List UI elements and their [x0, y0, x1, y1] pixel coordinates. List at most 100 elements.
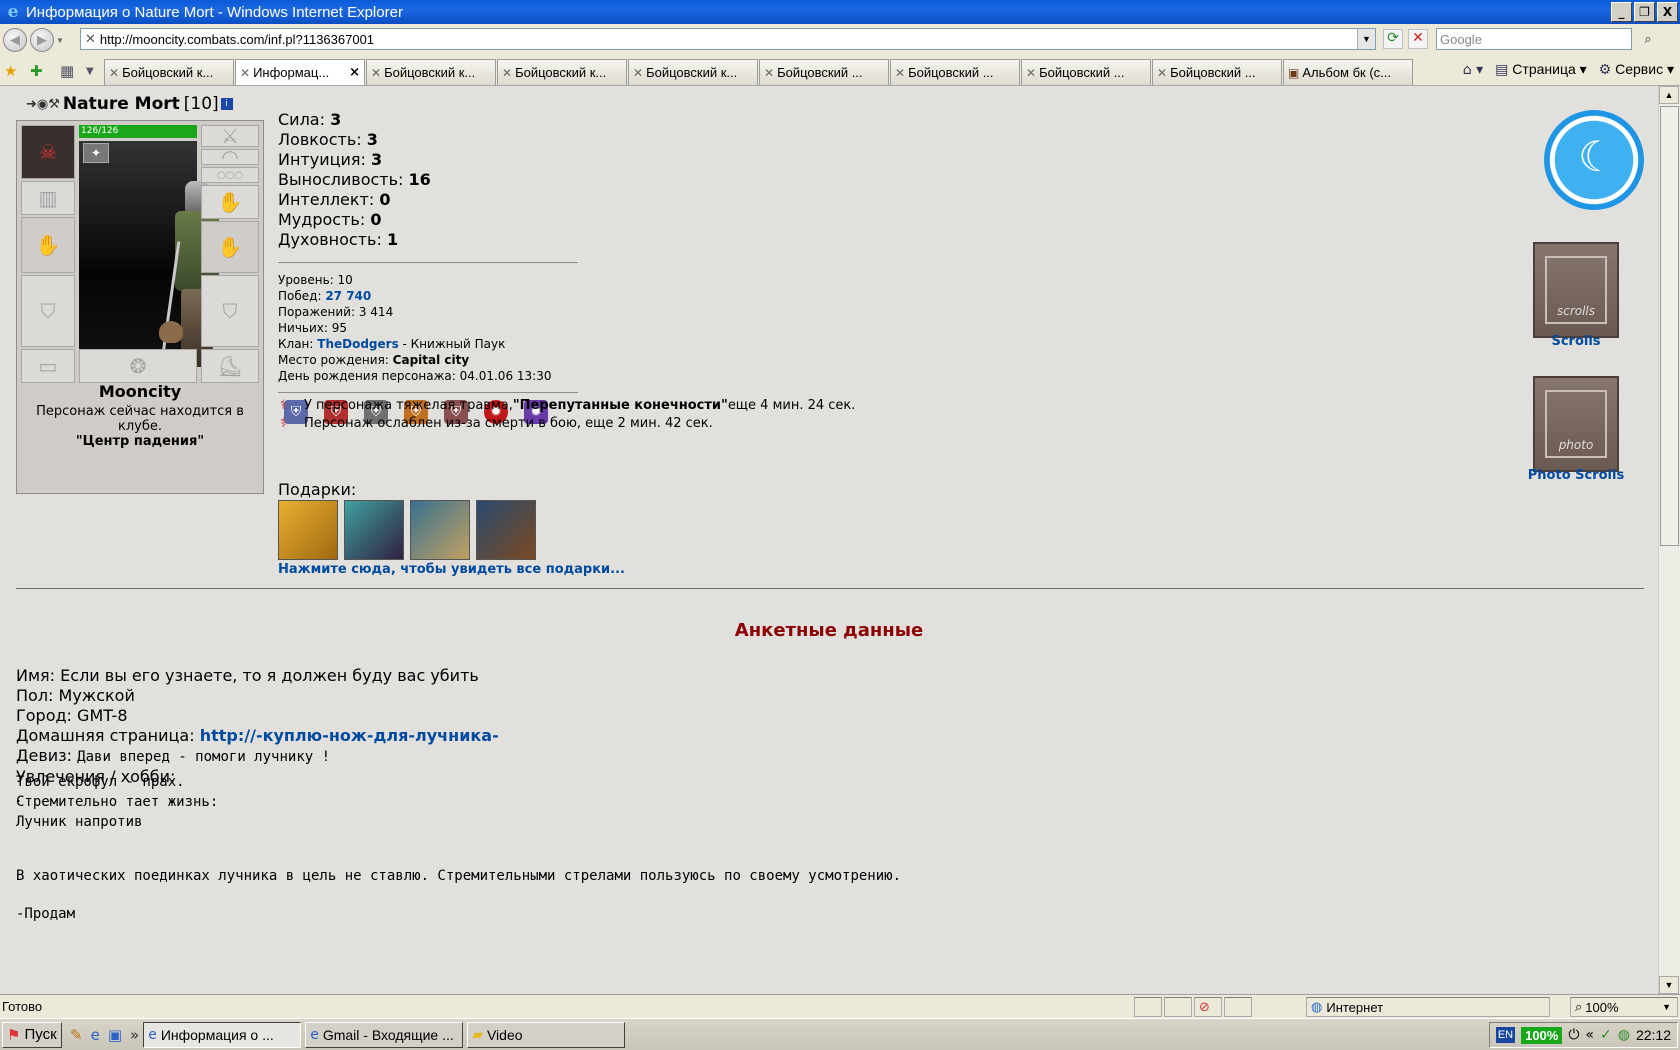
zoom-control[interactable]: ⌕ 100% ▼	[1570, 997, 1678, 1017]
stop-button[interactable]: ✕	[1408, 29, 1428, 49]
scroll-up-icon[interactable]: ▲	[1659, 86, 1679, 104]
info-icon[interactable]: i	[220, 98, 233, 110]
clan-link[interactable]: TheDodgers	[317, 337, 398, 351]
status-cell	[1224, 997, 1252, 1017]
character-header: ➜◉⚒ Nature Mort [10] i	[26, 94, 233, 114]
rings-slot-icon[interactable]: ○○○	[201, 167, 259, 183]
trauma-icon: ⚕	[280, 398, 288, 413]
tab-3[interactable]: ✕ Бойцовский к...	[497, 59, 627, 85]
wins-link[interactable]: 27 740	[325, 289, 371, 303]
gift-book-icon[interactable]	[278, 500, 338, 560]
tab-close-icon[interactable]: ×	[349, 65, 360, 80]
tab-7[interactable]: ✕ Бойцовский ...	[1021, 59, 1151, 85]
tab-2[interactable]: ✕ Бойцовский к...	[366, 59, 496, 85]
stat-row: Ловкость: 3	[278, 130, 378, 149]
gift-chest-icon[interactable]	[476, 500, 536, 560]
search-placeholder: Google	[1440, 31, 1482, 47]
gifts-label: Подарки:	[278, 480, 357, 499]
divider	[278, 392, 578, 393]
home-icon[interactable]: ⌂ ▾	[1463, 62, 1483, 78]
globe-icon: ◍	[1311, 999, 1323, 1015]
earrings-slot-icon[interactable]: ⚔	[201, 124, 259, 148]
left-claw-weapon-icon[interactable]: ✋	[21, 217, 75, 273]
tray-app-icon[interactable]: ✓	[1600, 1027, 1612, 1043]
effect-slot-icon[interactable]: ✦	[83, 143, 109, 163]
scroll-down-icon[interactable]: ▼	[1659, 976, 1679, 994]
tab-site-icon: ✕	[1157, 65, 1168, 80]
security-zone[interactable]: ◍ Интернет	[1306, 997, 1550, 1017]
tab-5[interactable]: ✕ Бойцовский ...	[759, 59, 889, 85]
address-dropdown-icon[interactable]: ▼	[1357, 29, 1375, 49]
quick-tabs-icon[interactable]: ▦	[60, 62, 74, 80]
tab-4[interactable]: ✕ Бойцовский к...	[628, 59, 758, 85]
armor-slot-icon[interactable]: ⛉	[21, 275, 75, 347]
quicklaunch-more-icon[interactable]: »	[130, 1026, 139, 1044]
window-controls: _ ❐ X	[1611, 2, 1678, 22]
gloves-slot-icon[interactable]: ✋	[201, 185, 259, 219]
address-input[interactable]: ✕ http://mooncity.combats.com/inf.pl?113…	[80, 28, 1376, 50]
quick-launch: ✎ e ▣ »	[70, 1026, 139, 1044]
minimize-button[interactable]: _	[1611, 2, 1632, 22]
task-video-folder[interactable]: ▰ Video	[467, 1021, 626, 1048]
amulet-slot-icon[interactable]: ◠	[201, 145, 259, 169]
power-plug-icon[interactable]: ⏻	[1568, 1027, 1579, 1043]
gift-amulet-icon[interactable]	[410, 500, 470, 560]
character-name: Nature Mort	[62, 94, 180, 114]
stat-row: Духовность: 1	[278, 230, 399, 249]
gift-tome-icon[interactable]	[344, 500, 404, 560]
close-window-button[interactable]: X	[1657, 2, 1678, 22]
right-claw-weapon-icon[interactable]: ✋	[201, 221, 259, 273]
photo-scrolls-banner-icon[interactable]: photo	[1533, 376, 1619, 472]
stat-row: Интеллект: 0	[278, 190, 391, 209]
history-dropdown[interactable]: ▼	[56, 36, 68, 45]
favorites-star-icon[interactable]: ★	[4, 62, 17, 80]
language-indicator[interactable]: EN	[1495, 1027, 1516, 1043]
tab-1[interactable]: ✕ Информац... ×	[235, 59, 365, 85]
vertical-scrollbar[interactable]: ▲ ▼	[1658, 86, 1680, 994]
tab-bar: ★ ✚ ▦ ▼ ✕ Бойцовский к... ✕ Информац... × ✕…	[0, 56, 1680, 86]
all-gifts-link[interactable]: Нажмите сюда, чтобы увидеть все подарки.…	[278, 562, 625, 577]
scrolls-banner-icon[interactable]: scrolls	[1533, 242, 1619, 338]
tools-menu[interactable]: ⚙ Сервис ▾	[1599, 61, 1674, 78]
tray-expand-icon[interactable]: «	[1585, 1027, 1594, 1043]
shoes-slot-icon[interactable]: ⛸	[201, 349, 259, 383]
tab-8[interactable]: ✕ Бойцовский ...	[1152, 59, 1282, 85]
belt-slot-icon[interactable]: ▭	[21, 349, 75, 383]
bracers-slot-icon[interactable]: ▥	[21, 181, 75, 215]
search-input[interactable]: Google	[1436, 28, 1632, 50]
address-url: http://mooncity.combats.com/inf.pl?11363…	[99, 31, 375, 47]
search-icon[interactable]: ⌕	[1636, 29, 1660, 49]
restore-button[interactable]: ❐	[1634, 2, 1655, 22]
battery-indicator[interactable]: 100%	[1521, 1026, 1563, 1044]
scroll-thumb[interactable]	[1660, 106, 1679, 546]
tab-0[interactable]: ✕ Бойцовский к...	[104, 59, 234, 85]
mooncity-logo-icon[interactable]: ☾	[1544, 110, 1644, 210]
scrolls-fist-icon: scrolls	[1545, 256, 1607, 324]
quicklaunch-app-icon[interactable]: ✎	[70, 1026, 83, 1044]
homepage-link[interactable]: http://-куплю-нож-для-лучника-	[200, 726, 499, 745]
tray-network-icon[interactable]: ◍	[1618, 1027, 1630, 1043]
back-button[interactable]: ◀	[3, 28, 27, 52]
task-gmail[interactable]: e Gmail - Входящие ...	[305, 1021, 464, 1048]
hobby-prose: В хаотических поединках лучника в цель н…	[16, 868, 902, 884]
add-favorite-icon[interactable]: ✚	[30, 62, 43, 80]
gifts-row	[278, 500, 536, 560]
popup-blocker-icon[interactable]: ⊘	[1194, 997, 1222, 1017]
forward-button[interactable]: ▶	[30, 28, 54, 52]
effect-trauma: ⚕ У персонажа тяжелая травма, "Перепутан…	[280, 398, 856, 413]
quicklaunch-ie-icon[interactable]: e	[91, 1026, 100, 1044]
tab-list-icon[interactable]: ▼	[86, 66, 94, 77]
tab-9[interactable]: ▣ Альбом бк (с...	[1283, 59, 1413, 85]
page-menu[interactable]: ▤ Страница ▾	[1495, 61, 1587, 78]
start-button[interactable]: ⚑ Пуск	[2, 1021, 62, 1048]
refresh-button[interactable]: ⟳	[1383, 29, 1403, 49]
scrolls-link[interactable]: Scrolls	[1519, 334, 1633, 349]
helmet-slot-wolf-mask-icon[interactable]: ☠	[21, 125, 75, 179]
leggings-slot-icon[interactable]: ⛉	[201, 275, 259, 347]
photo-scrolls-link[interactable]: Photo Scrolls	[1519, 468, 1633, 483]
task-ie-info[interactable]: e Информация о ...	[143, 1021, 302, 1048]
quicklaunch-desktop-icon[interactable]: ▣	[108, 1026, 122, 1044]
tab-6[interactable]: ✕ Бойцовский ...	[890, 59, 1020, 85]
window-title-bar[interactable]: e Информация о Nature Mort - Windows Int…	[0, 0, 1680, 24]
tabs: ✕ Бойцовский к... ✕ Информац... × ✕ Бойцовск…	[104, 59, 1414, 86]
